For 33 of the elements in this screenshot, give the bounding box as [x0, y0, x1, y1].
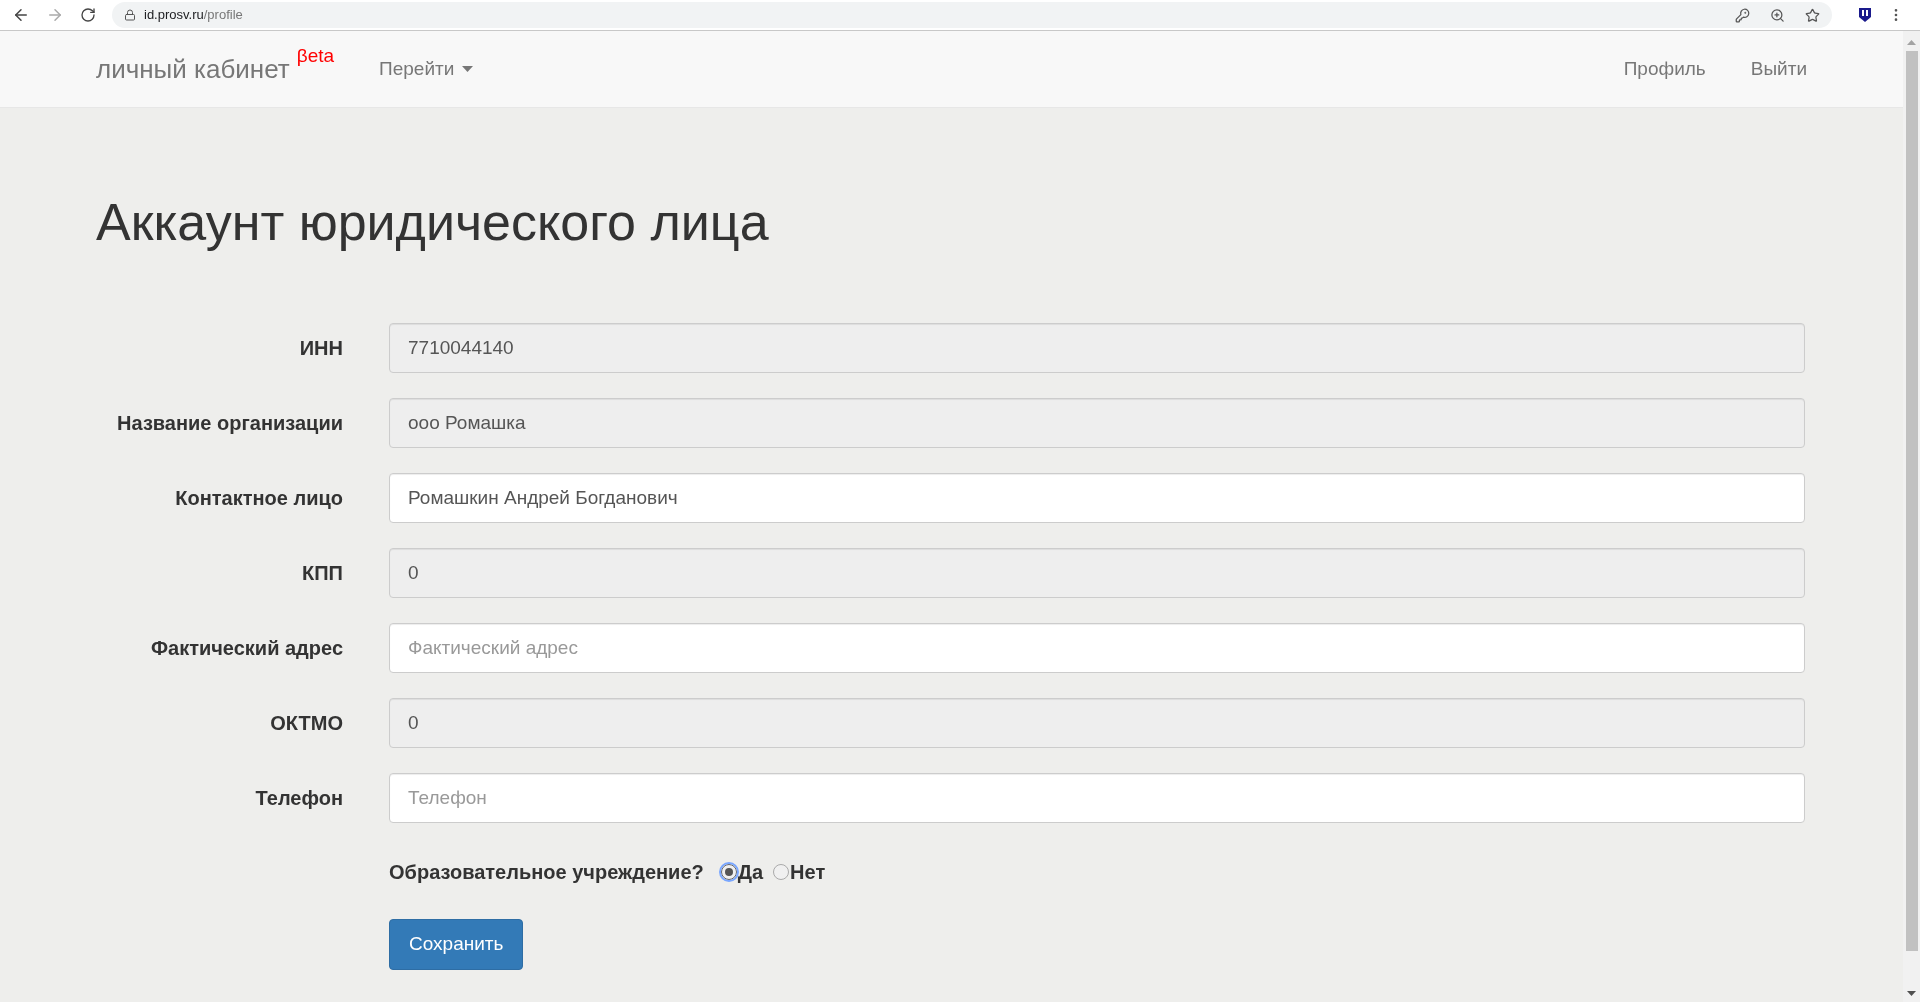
- zoom-icon[interactable]: [1770, 7, 1785, 23]
- field-label: ИНН: [298, 336, 344, 361]
- nav-link[interactable]: Выйти: [1750, 54, 1807, 84]
- radio-option[interactable]: Да: [720, 857, 774, 887]
- question-label: Образовательное учреждение?: [389, 860, 704, 885]
- page-title: Аккаунт юридического лица: [96, 192, 770, 253]
- scroll-down-icon[interactable]: [1907, 991, 1916, 996]
- address-bar[interactable]: id.prosv.ru/profile: [112, 2, 1832, 28]
- field-label: Телефон: [254, 786, 344, 811]
- back-icon[interactable]: [12, 6, 30, 24]
- radio-button[interactable]: [720, 864, 737, 880]
- caret-icon: [462, 66, 474, 72]
- radio-option[interactable]: Нет: [773, 857, 836, 887]
- scrollbar-thumb[interactable]: [1905, 51, 1918, 951]
- text-field[interactable]: Телефон: [389, 773, 1805, 823]
- text-field[interactable]: Ромашкин Андрей Богданович: [389, 473, 1805, 523]
- field-label: КПП: [301, 561, 344, 586]
- shield-icon[interactable]: [1858, 7, 1872, 23]
- nav-link[interactable]: Профиль: [1623, 54, 1706, 84]
- lock-icon: [124, 9, 136, 21]
- field-label: Контактное лицо: [174, 486, 344, 511]
- key-icon[interactable]: [1735, 7, 1750, 23]
- star-icon[interactable]: [1805, 7, 1820, 23]
- radio-button[interactable]: [773, 864, 790, 880]
- field-label: Название организации: [116, 411, 344, 436]
- scrollbar[interactable]: [1903, 31, 1920, 1002]
- url-text: id.prosv.ru/profile: [144, 6, 243, 25]
- navigate-dropdown[interactable]: Перейти: [379, 54, 474, 84]
- save-button[interactable]: Сохранить: [389, 919, 524, 970]
- text-field[interactable]: Фактический адрес: [389, 623, 1805, 673]
- field-label: ОКТМО: [269, 711, 344, 736]
- field-label: Фактический адрес: [149, 636, 344, 661]
- reload-icon[interactable]: [80, 7, 96, 23]
